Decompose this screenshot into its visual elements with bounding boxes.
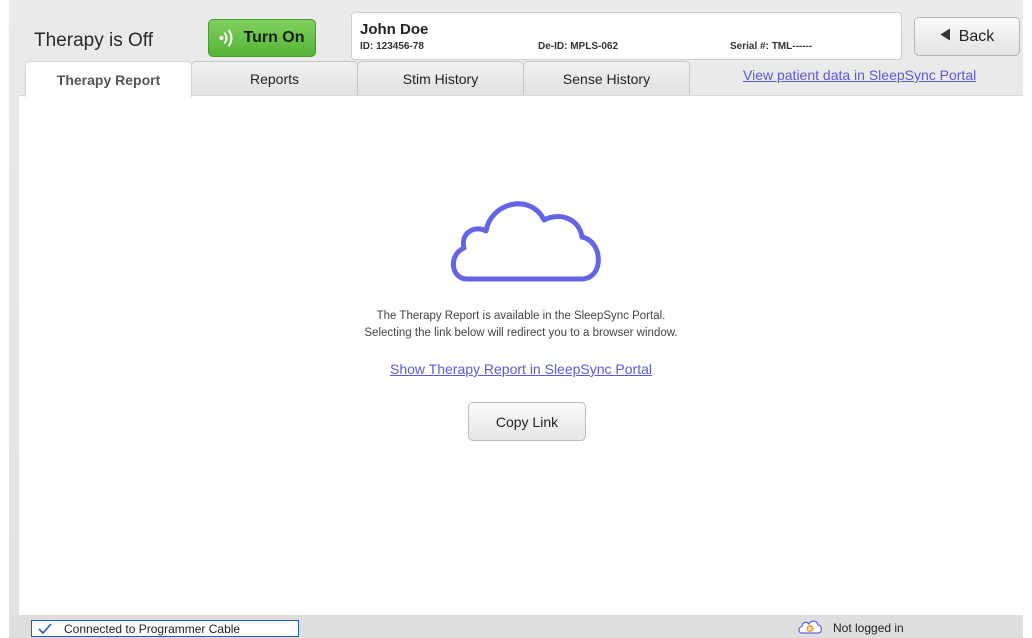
show-therapy-report-link: Show Therapy Report in SleepSync Portal bbox=[19, 361, 1023, 377]
tab-reports[interactable]: Reports bbox=[191, 61, 358, 95]
patient-id: ID: 123456-78 bbox=[360, 41, 424, 52]
therapy-report-panel: The Therapy Report is available in the S… bbox=[19, 95, 1023, 616]
turn-on-button[interactable]: Turn On bbox=[208, 19, 316, 57]
patient-info-card: John Doe ID: 123456-78 De-ID: MPLS-062 S… bbox=[351, 12, 902, 60]
patient-serial: Serial #: TML------ bbox=[730, 41, 813, 52]
portal-message-line2: Selecting the link below will redirect y… bbox=[364, 327, 678, 339]
tab-therapy-report[interactable]: Therapy Report bbox=[25, 61, 192, 97]
connection-status-label: Connected to Programmer Cable bbox=[64, 621, 241, 636]
login-status-label: Not logged in bbox=[833, 621, 904, 635]
app-window: Therapy is Off Turn On John Doe ID: 1234… bbox=[9, 0, 1023, 638]
view-portal-link[interactable]: View patient data in SleepSync Portal bbox=[743, 67, 976, 83]
therapy-status-label: Therapy is Off bbox=[34, 30, 153, 51]
signal-icon bbox=[219, 29, 235, 47]
connection-status: Connected to Programmer Cable bbox=[31, 620, 299, 637]
portal-message: The Therapy Report is available in the S… bbox=[19, 308, 1023, 342]
cloud-error-icon bbox=[797, 619, 823, 638]
tab-stim-history[interactable]: Stim History bbox=[357, 61, 524, 95]
checkmark-icon bbox=[38, 623, 52, 634]
portal-message-line1: The Therapy Report is available in the S… bbox=[376, 310, 666, 322]
turn-on-label: Turn On bbox=[243, 29, 305, 46]
tab-sense-history[interactable]: Sense History bbox=[523, 61, 690, 95]
show-therapy-report-link-text[interactable]: Show Therapy Report in SleepSync Portal bbox=[390, 361, 652, 377]
cloud-icon bbox=[445, 192, 605, 288]
copy-link-button[interactable]: Copy Link bbox=[468, 402, 586, 441]
patient-deid: De-ID: MPLS-062 bbox=[538, 41, 619, 52]
back-arrow-icon bbox=[940, 28, 951, 46]
back-label: Back bbox=[958, 27, 995, 45]
login-status: Not logged in bbox=[797, 619, 904, 637]
status-bar: Connected to Programmer Cable Not logged… bbox=[9, 615, 1023, 638]
patient-name: John Doe bbox=[360, 21, 429, 38]
back-button[interactable]: Back bbox=[914, 17, 1020, 56]
